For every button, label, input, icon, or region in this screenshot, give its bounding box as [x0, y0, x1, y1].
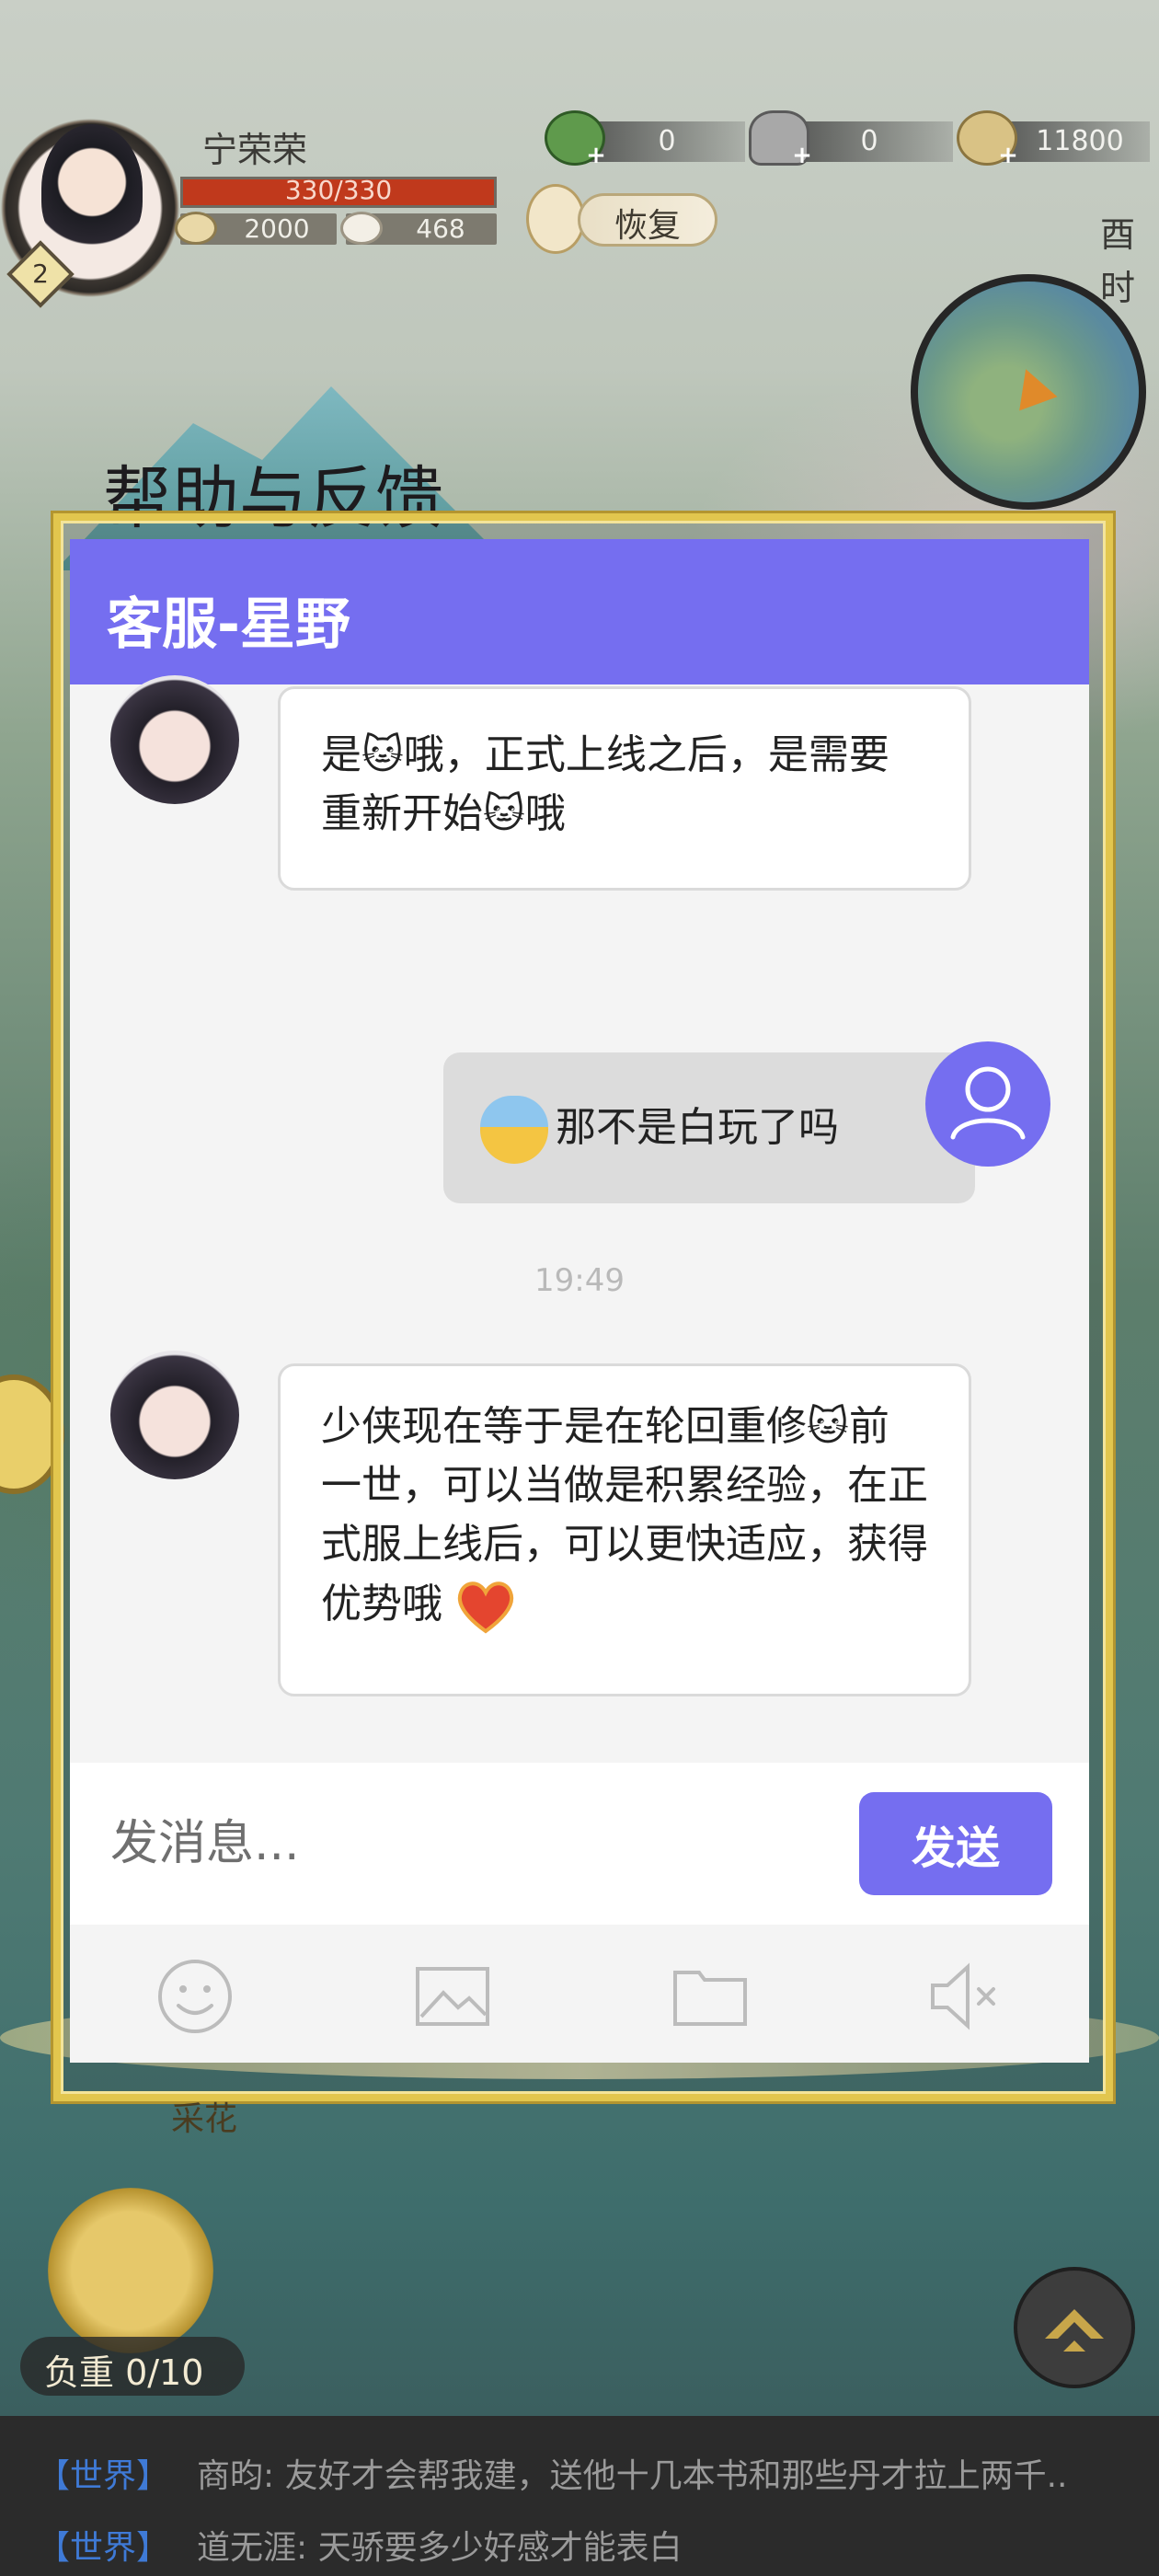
resource-coins-value: 11800 [1036, 125, 1124, 157]
player-avatar [41, 124, 143, 253]
bowl-icon [175, 212, 217, 245]
chevron-up-icon [1045, 2309, 1104, 2352]
game-time: 酉时 [1100, 214, 1136, 308]
send-button[interactable]: 发送 [859, 1792, 1052, 1895]
basket-icon[interactable] [48, 2188, 213, 2353]
user-message-text: 那不是白玩了吗 [556, 1104, 839, 1151]
folder-icon[interactable] [671, 1958, 749, 2035]
stamina-value: 2000 [244, 213, 310, 244]
gourd-icon [526, 184, 585, 254]
message-timestamp: 19:49 [534, 1262, 625, 1299]
person-icon [950, 1066, 1026, 1140]
chat-sender: 道无涯: [197, 2529, 308, 2567]
smiley-icon[interactable] [156, 1958, 234, 2035]
food-value: 468 [416, 213, 465, 244]
mute-icon[interactable] [927, 1958, 1004, 2035]
agent-avatar [110, 675, 239, 804]
resource-jade-value: 0 [658, 125, 676, 157]
agent-avatar [110, 1351, 239, 1479]
heart-emoji-icon [457, 1581, 514, 1634]
chat-toolbar [70, 1925, 1089, 2063]
hp-value: 330/330 [284, 175, 393, 205]
chat-channel: 【世界】 [37, 2529, 170, 2567]
support-chat-dialog: 客服-星野 是🐱哦，正式上线之后，是需要重新开始🐱哦 那不是白玩了吗 19:49… [70, 539, 1089, 2063]
chat-message: 友好才会帮我建，送他十几本书和那些丹才拉上两千.. [284, 2457, 1068, 2495]
user-message: 那不是白玩了吗 [443, 1052, 975, 1203]
harvest-label[interactable]: 采花 [171, 2092, 237, 2140]
plus-icon[interactable]: + [585, 144, 607, 167]
user-avatar [925, 1041, 1050, 1167]
agent-message: 是🐱哦，正式上线之后，是需要重新开始🐱哦 [278, 686, 971, 891]
agent-message: 少侠现在等于是在轮回重修🐱前一世，可以当做是积累经验，在正式服上线后，可以更快适… [278, 1363, 971, 1696]
image-icon[interactable] [414, 1958, 491, 2035]
resource-silver-value: 0 [860, 125, 878, 157]
chat-sender: 商昀: [197, 2457, 275, 2495]
world-chat-line: 【世界】 商昀: 友好才会帮我建，送他十几本书和那些丹才拉上两千.. [37, 2449, 1068, 2497]
load-value: 负重 0/10 [44, 2352, 204, 2393]
agent-name: 客服-星野 [107, 592, 350, 657]
message-input[interactable] [110, 1798, 865, 1890]
anxious-face-emoji-icon [480, 1096, 548, 1164]
chat-header: 客服-星野 [70, 539, 1089, 684]
agent-message-text: 少侠现在等于是在轮回重修🐱前一世，可以当做是积累经验，在正式服上线后，可以更快适… [321, 1403, 928, 1627]
restore-label: 恢复 [614, 207, 682, 245]
bun-icon [340, 212, 383, 245]
chat-channel: 【世界】 [37, 2457, 170, 2495]
level-number: 2 [32, 259, 49, 289]
player-name: 宁荣荣 [202, 130, 308, 170]
chat-message: 天骄要多少好感才能表白 [317, 2529, 683, 2567]
world-chat-line: 【世界】 道无涯: 天骄要多少好感才能表白 [37, 2521, 683, 2569]
world-chat-panel[interactable]: 【世界】 商昀: 友好才会帮我建，送他十几本书和那些丹才拉上两千.. 【世界】 道无… [0, 2416, 1159, 2576]
message-input-area: 发送 [70, 1763, 1089, 1925]
expand-up-button[interactable] [1014, 2267, 1135, 2388]
